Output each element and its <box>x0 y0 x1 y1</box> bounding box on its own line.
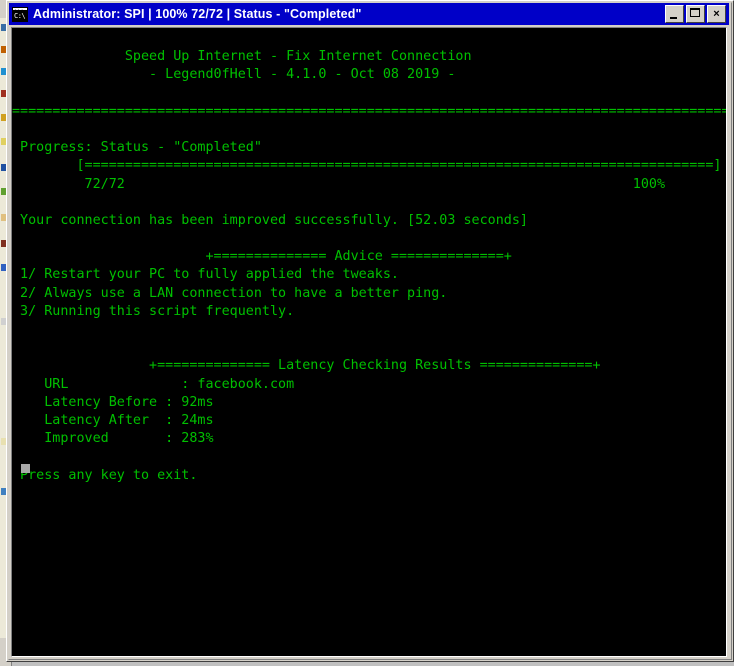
cmd-console-icon: ··· C:\ <box>12 6 28 22</box>
console-text-buffer: Speed Up Internet - Fix Internet Connect… <box>12 30 726 485</box>
console-line-16 <box>12 321 726 339</box>
console-line-12: +============== Advice ==============+ <box>12 249 512 265</box>
console-line-23 <box>12 448 726 466</box>
console-line-2: - Legend0fHell - 4.1.0 - Oct 08 2019 - <box>12 67 456 83</box>
console-line-4: ========================================… <box>12 103 727 119</box>
console-line-3 <box>12 85 726 103</box>
close-icon: × <box>713 7 720 20</box>
console-line-13: 1/ Restart your PC to fully applied the … <box>12 267 399 283</box>
console-cursor <box>21 464 30 473</box>
maximize-icon <box>690 8 700 17</box>
console-line-10: Your connection has been improved succes… <box>12 212 528 228</box>
console-line-19: URL : facebook.com <box>12 376 295 392</box>
console-line-14: 2/ Always use a LAN connection to have a… <box>12 285 448 301</box>
console-line-7: [=======================================… <box>12 158 722 174</box>
console-line-17 <box>12 339 726 357</box>
console-line-11 <box>12 230 726 248</box>
console-line-15: 3/ Running this script frequently. <box>12 303 295 319</box>
console-line-5 <box>12 121 726 139</box>
console-line-8: 72/72 100% <box>12 176 666 192</box>
window-title: Administrator: SPI | 100% 72/72 | Status… <box>33 7 362 21</box>
console-output-area[interactable]: Speed Up Internet - Fix Internet Connect… <box>11 27 727 657</box>
console-window: ··· C:\ Administrator: SPI | 100% 72/72 … <box>6 0 734 662</box>
console-line-1: Speed Up Internet - Fix Internet Connect… <box>12 49 472 65</box>
window-controls: × <box>665 5 726 23</box>
console-line-6: Progress: Status - "Completed" <box>12 140 262 156</box>
minimize-icon <box>670 17 677 19</box>
minimize-button[interactable] <box>665 5 684 23</box>
maximize-button[interactable] <box>686 5 705 23</box>
console-line-21: Latency After : 24ms <box>12 412 214 428</box>
console-line-24: Press any key to exit. <box>12 467 198 483</box>
console-line-9 <box>12 194 726 212</box>
cmd-icon-prompt: C:\ <box>13 10 27 21</box>
close-button[interactable]: × <box>707 5 726 23</box>
title-bar[interactable]: ··· C:\ Administrator: SPI | 100% 72/72 … <box>9 3 729 25</box>
console-line-18: +============== Latency Checking Results… <box>12 358 601 374</box>
console-line-0 <box>12 30 726 48</box>
console-line-22: Improved : 283% <box>12 431 214 447</box>
console-line-20: Latency Before : 92ms <box>12 394 214 410</box>
